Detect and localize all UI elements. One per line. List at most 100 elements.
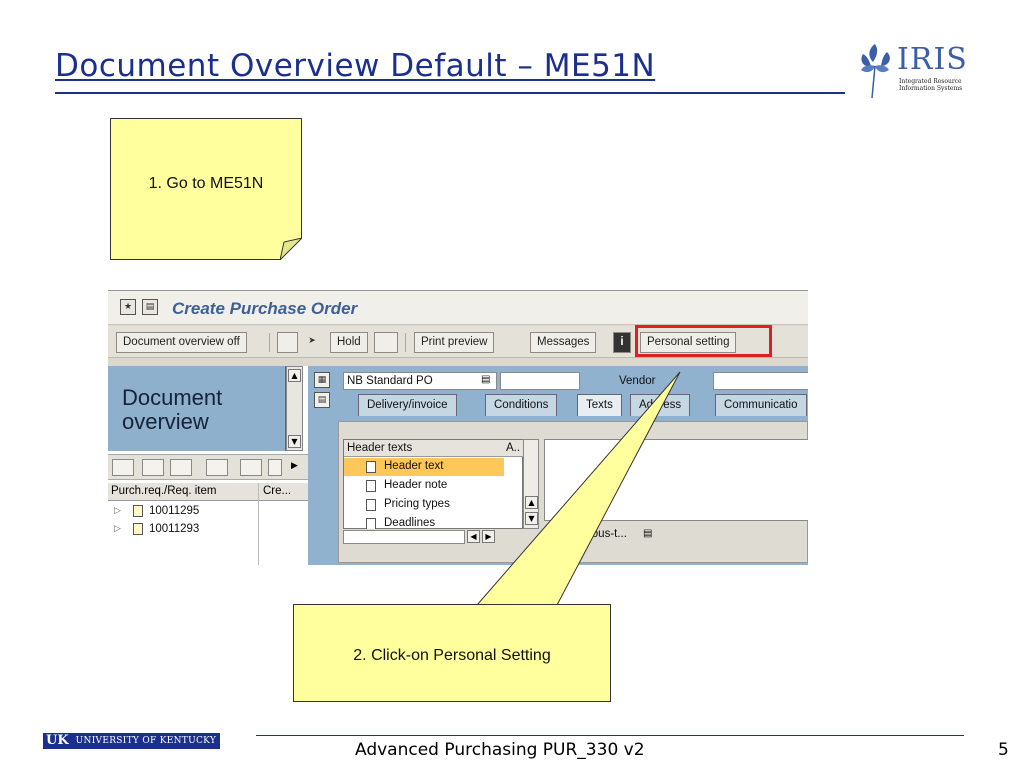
footer-course: Advanced Purchasing PUR_330 v2 xyxy=(355,740,645,760)
toolbar-separator xyxy=(405,333,406,352)
title-rule xyxy=(55,92,845,94)
sap-help-icon[interactable]: ▤ xyxy=(142,299,158,315)
cursor-pointer-icon: ➤ xyxy=(308,336,316,346)
purchase-order-header-area: ▦ ▤ NB Standard PO ▤ Vendor Delivery/inv… xyxy=(308,366,808,565)
scroll-right-icon[interactable]: ▶ xyxy=(482,530,495,543)
vendor-label: Vendor xyxy=(619,375,656,387)
list-item[interactable]: Deadlines xyxy=(344,515,504,529)
header-field-row: NB Standard PO ▤ Vendor xyxy=(343,372,808,390)
tab-address[interactable]: Address xyxy=(630,394,691,416)
footer-rule xyxy=(256,735,964,736)
tab-communication[interactable]: Communicatio xyxy=(715,394,807,416)
tab-delivery-invoice[interactable]: Delivery/invoice xyxy=(358,394,457,416)
purch-req-number: 10011295 xyxy=(149,505,200,517)
sap-screenshot: ★ ▤ Create Purchase Order Document overv… xyxy=(108,290,808,565)
note-step-1: 1. Go to ME51N xyxy=(110,118,302,260)
iris-logo-subtitle: Integrated Resource Information Systems xyxy=(899,78,963,92)
list-item[interactable]: Header text xyxy=(344,458,504,476)
chevron-right-icon[interactable]: ▶ xyxy=(291,461,298,471)
note-step-1-text: 1. Go to ME51N xyxy=(148,175,264,192)
list-item[interactable]: ▷ 10011293 xyxy=(108,521,308,538)
tab-texts[interactable]: Texts xyxy=(577,394,622,416)
layout-menu-icon[interactable] xyxy=(268,459,282,476)
iris-logo-word: IRIS xyxy=(897,42,968,77)
page-fold-icon xyxy=(280,238,302,260)
cart-icon: ▦ xyxy=(314,372,330,388)
header-text-item: Deadlines xyxy=(384,517,436,529)
header-texts-a-column[interactable]: A.. xyxy=(506,442,520,454)
layout-icon[interactable] xyxy=(240,459,262,476)
dropdown-icon[interactable]: ▤ xyxy=(643,528,652,539)
header-texts-list: Header texts A.. Header text Header note… xyxy=(343,439,524,529)
sap-window-title: Create Purchase Order xyxy=(172,299,358,318)
scroll-left-icon[interactable]: ◀ xyxy=(467,530,480,543)
list-item[interactable]: ▷ 10011295 xyxy=(108,503,308,520)
purch-req-number: 10011293 xyxy=(149,523,200,535)
copy-icon[interactable] xyxy=(142,459,164,476)
find-icon[interactable] xyxy=(206,459,228,476)
check-icon[interactable] xyxy=(374,332,398,353)
new-document-icon[interactable] xyxy=(277,332,298,353)
scroll-up-icon[interactable]: ▲ xyxy=(525,496,538,509)
header-text-item: Header text xyxy=(384,460,444,472)
header-texts-column[interactable]: Header texts xyxy=(347,442,412,454)
document-overview-heading: Document overview xyxy=(122,385,223,434)
messages-button[interactable]: Messages xyxy=(530,332,597,353)
iris-flower-icon xyxy=(861,44,890,99)
scroll-up-icon[interactable]: ▲ xyxy=(288,369,301,382)
text-document-icon xyxy=(366,480,376,492)
university-logo: UK UNIVERSITY OF KENTUCKY xyxy=(43,733,221,749)
text-document-icon xyxy=(366,518,376,529)
selection-variant-icon[interactable] xyxy=(112,459,134,476)
sap-title-bar: ★ ▤ Create Purchase Order xyxy=(108,291,808,325)
document-overview-panel: Document overview ▲ ▼ ▶ Purch.req./Req. … xyxy=(108,366,308,565)
list-item[interactable]: Header note xyxy=(344,477,504,495)
tab-conditions[interactable]: Conditions xyxy=(485,394,558,416)
refresh-icon[interactable] xyxy=(170,459,192,476)
header-texts-scrollbar[interactable]: ▲ ▼ xyxy=(523,439,539,529)
dropdown-icon[interactable]: ▤ xyxy=(481,374,490,385)
text-document-icon xyxy=(366,461,376,473)
header-text-item: Pricing types xyxy=(384,498,450,510)
header-tabs: Delivery/invoice Conditions Texts Addres… xyxy=(343,394,808,416)
page-number: 5 xyxy=(998,740,1009,760)
expand-triangle-icon[interactable]: ▷ xyxy=(114,523,121,534)
vendor-field[interactable] xyxy=(713,372,808,390)
document-icon xyxy=(133,505,143,517)
note-step-2-text: 2. Click-on Personal Setting xyxy=(353,647,551,664)
header-icon[interactable]: ▤ xyxy=(314,392,330,408)
note-step-2: 2. Click-on Personal Setting xyxy=(293,604,611,702)
hold-button[interactable]: Hold xyxy=(330,332,368,353)
document-overview-toolbar: ▶ xyxy=(108,454,308,480)
expand-triangle-icon[interactable]: ▷ xyxy=(114,505,121,516)
info-icon[interactable]: i xyxy=(613,332,631,353)
column-created[interactable]: Cre... xyxy=(263,485,291,497)
slide-title: Document Overview Default – ME51N xyxy=(55,48,656,84)
texts-tab-content: Header texts A.. Header text Header note… xyxy=(338,421,808,563)
text-editor-pane[interactable] xyxy=(544,439,808,521)
document-overview-heading-area: Document overview xyxy=(108,366,286,451)
iris-logo: IRIS Integrated Resource Information Sys… xyxy=(855,40,967,100)
continuous-text-option[interactable]: nuous-t... xyxy=(579,528,627,540)
document-type-value: NB Standard PO xyxy=(347,375,433,387)
column-purch-req[interactable]: Purch.req./Req. item xyxy=(111,485,216,497)
header-text-item: Header note xyxy=(384,479,448,491)
document-overview-scrollbar[interactable]: ▲ ▼ xyxy=(286,366,303,451)
header-texts-column-header: Header texts A.. xyxy=(344,440,524,457)
document-type-field[interactable]: NB Standard PO ▤ xyxy=(343,372,497,390)
horizontal-scrollbar[interactable] xyxy=(343,530,465,544)
print-preview-button[interactable]: Print preview xyxy=(414,332,495,353)
document-overview-column-header: Purch.req./Req. item Cre... xyxy=(108,483,308,501)
text-document-icon xyxy=(366,499,376,511)
university-short: UK xyxy=(43,733,72,749)
university-name: UNIVERSITY OF KENTUCKY xyxy=(71,733,221,749)
po-number-field[interactable] xyxy=(500,372,580,390)
scroll-down-icon[interactable]: ▼ xyxy=(288,435,301,448)
personal-setting-highlight xyxy=(635,325,772,357)
toolbar-separator xyxy=(269,333,270,352)
document-icon xyxy=(133,523,143,535)
scroll-down-icon[interactable]: ▼ xyxy=(525,512,538,525)
sap-other-document-icon[interactable]: ★ xyxy=(120,299,136,315)
list-item[interactable]: Pricing types xyxy=(344,496,504,514)
document-overview-off-button[interactable]: Document overview off xyxy=(116,332,247,353)
